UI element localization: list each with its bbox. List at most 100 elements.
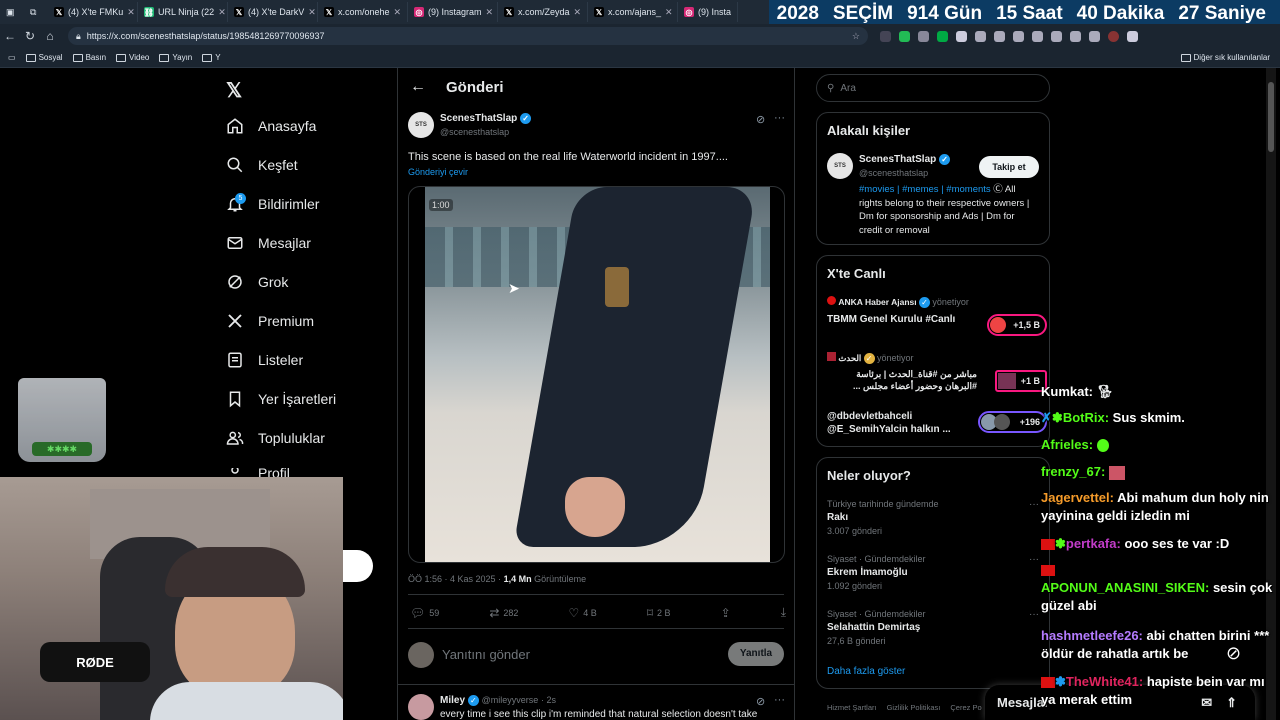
workspaces-icon[interactable]: ▣ [0, 2, 24, 22]
extension-icon[interactable] [1032, 30, 1043, 42]
bookmark-folder[interactable]: Yayın [159, 53, 192, 62]
grok-explain-icon[interactable]: ⊘ [756, 695, 765, 708]
nav-item-grok[interactable]: Grok [226, 273, 288, 291]
video-player[interactable]: 1:00 [408, 186, 785, 563]
other-bookmarks-folder[interactable]: Diğer sık kullanılanlar [1180, 53, 1270, 62]
bookmark-folder[interactable]: Video [116, 53, 149, 62]
trend-item[interactable]: Siyaset · Gündemdekiler Ekrem İmamoğlu 1… [827, 554, 1045, 591]
grok-floating-icon[interactable]: ⊘ [1226, 643, 1241, 664]
browser-tab[interactable]: 𝕏x.com/ajans_ ✕ [588, 2, 678, 22]
more-options-icon[interactable]: ··· [774, 694, 785, 706]
related-people-card: Alakalı kişiler STS ScenesThatSlap ✓ @sc… [816, 112, 1050, 245]
badge-icon [1041, 539, 1055, 551]
trend-item[interactable]: Siyaset · Gündemdekiler Selahattin Demir… [827, 609, 1045, 646]
author-avatar[interactable]: STS [408, 112, 434, 138]
browser-tab[interactable]: 𝕏x.com/Zeyda ✕ [498, 2, 588, 22]
browser-tab[interactable]: 𝕏x.com/onehe ✕ [318, 2, 408, 22]
listener-avatar [997, 373, 1016, 389]
trend-more-icon[interactable]: ··· [1029, 499, 1039, 510]
browser-tab[interactable]: ◎ (9) Instagram ✕ [408, 2, 498, 22]
extension-icon[interactable] [918, 30, 929, 42]
back-arrow-icon[interactable]: ← [410, 78, 426, 96]
live-item[interactable]: @dbdevletbahceli @E_SemihYalcin halkın .… [827, 411, 1047, 435]
back-icon[interactable]: ← [0, 29, 20, 43]
extension-icon[interactable] [994, 30, 1005, 42]
show-more-link[interactable]: Daha fazla göster [827, 666, 905, 677]
reply-submit-button[interactable]: Yanıtla [728, 642, 784, 666]
folder-icon [1180, 53, 1191, 62]
home-icon[interactable]: ⌂ [40, 29, 60, 43]
trend-item[interactable]: Türkiye tarihinde gündemde Rakı 3.007 gö… [827, 499, 1045, 536]
bookmark-folder[interactable]: Sosyal [25, 53, 63, 62]
link-icon: ⛓ [143, 7, 155, 17]
bookmarks-bar: ▭ Sosyal Basın Video Yayın Y Diğer sık k… [0, 48, 1280, 68]
close-tab-icon[interactable]: ✕ [574, 7, 582, 18]
trend-more-icon[interactable]: ··· [1029, 609, 1039, 620]
nav-item-premium[interactable]: Premium [226, 312, 314, 330]
extension-icon[interactable] [975, 30, 986, 42]
reply-button[interactable]: 💬︎ 59 [410, 605, 439, 620]
reply-input[interactable]: Yanıtını gönder [442, 647, 530, 662]
listener-avatar [990, 317, 1007, 333]
x-logo-icon[interactable]: 𝕏 [226, 78, 242, 103]
nav-item-lists[interactable]: Listeler [226, 351, 303, 369]
nav-item-bookmarks[interactable]: Yer İşaretleri [226, 390, 336, 408]
more-options-icon[interactable]: ··· [774, 112, 785, 124]
nav-item-messages[interactable]: Mesajlar [226, 234, 311, 252]
close-tab-icon[interactable]: ✕ [218, 7, 226, 18]
page-scrollbar[interactable] [1266, 68, 1276, 720]
reply-author[interactable]: Miley ✓ @mileyyverse · 2s [440, 695, 556, 706]
bookmark-folder[interactable]: Basın [72, 53, 106, 62]
trend-more-icon[interactable]: ··· [1029, 554, 1039, 565]
tab-actions-icon[interactable]: ⧉ [24, 2, 48, 22]
related-name[interactable]: ScenesThatSlap ✓ [859, 154, 951, 165]
browser-tab[interactable]: ◎ (9) Insta [678, 2, 738, 22]
close-tab-icon[interactable]: ✕ [486, 7, 494, 18]
extension-icon[interactable] [956, 30, 967, 42]
menu-icon[interactable] [1127, 30, 1138, 42]
like-button[interactable]: ♡ 4 B [568, 605, 596, 620]
close-tab-icon[interactable]: ✕ [127, 7, 135, 18]
extension-icon[interactable] [937, 30, 948, 42]
author-name[interactable]: ScenesThatSlap ✓ [440, 113, 532, 124]
related-avatar[interactable]: STS [827, 153, 853, 179]
reading-list-icon[interactable]: ▭ [8, 53, 16, 62]
video-frame [425, 187, 770, 562]
bookmark-button[interactable]: ⌑ 2 B [647, 605, 671, 620]
extension-icon[interactable] [880, 30, 891, 42]
nav-item-explore[interactable]: Keşfet [226, 156, 298, 174]
author-handle[interactable]: @scenesthatslap [440, 127, 509, 137]
share-button[interactable]: ⇪ [721, 605, 731, 620]
extension-icon[interactable] [1089, 30, 1100, 42]
scrollbar-thumb[interactable] [1268, 82, 1274, 152]
close-tab-icon[interactable]: ✕ [394, 7, 402, 18]
repost-button[interactable]: ⇄ 282 [489, 605, 518, 620]
reply-author-avatar[interactable] [408, 694, 434, 720]
bookmark-folder[interactable]: Y [202, 53, 221, 62]
favorite-star-icon[interactable]: ☆ [852, 31, 860, 42]
download-button[interactable]: ⤓ [781, 605, 786, 620]
nav-item-profile[interactable]: Profil [226, 468, 290, 477]
close-tab-icon[interactable]: ✕ [308, 7, 316, 18]
translate-link[interactable]: Gönderiyi çevir [408, 167, 468, 177]
follow-button[interactable]: Takip et [979, 156, 1039, 178]
extension-icon[interactable] [1013, 30, 1024, 42]
url-field[interactable]: 🔒︎ https://x.com/scenesthatslap/status/1… [68, 27, 868, 45]
extension-icon[interactable] [899, 30, 910, 42]
related-handle[interactable]: @scenesthatslap [859, 168, 928, 178]
live-item[interactable]: الحدث ✓ yönetiyor مباشر من #قناة_الحدث |… [827, 352, 1047, 392]
browser-tab[interactable]: 𝕏 (4) X'te DarkV ✕ [228, 2, 318, 22]
close-tab-icon[interactable]: ✕ [665, 7, 673, 18]
search-input[interactable]: ⚲ Ara [816, 74, 1050, 102]
grok-explain-icon[interactable]: ⊘ [756, 113, 765, 126]
extension-icon[interactable] [1070, 30, 1081, 42]
browser-tab[interactable]: ⛓ URL Ninja (22 ✕ [138, 2, 228, 22]
live-listener-count: +1 B [994, 370, 1047, 392]
browser-tab[interactable]: 𝕏 (4) X'te FMKu ✕ [48, 2, 138, 22]
nav-item-home[interactable]: Anasayfa [226, 117, 316, 135]
live-item[interactable]: ANKA Haber Ajansı ✓ yönetiyor TBMM Genel… [827, 296, 1047, 336]
nav-item-communities[interactable]: Topluluklar [226, 429, 325, 447]
profile-avatar-icon[interactable] [1108, 30, 1119, 42]
reload-icon[interactable]: ↻ [20, 29, 40, 43]
extension-icon[interactable] [1051, 30, 1062, 42]
